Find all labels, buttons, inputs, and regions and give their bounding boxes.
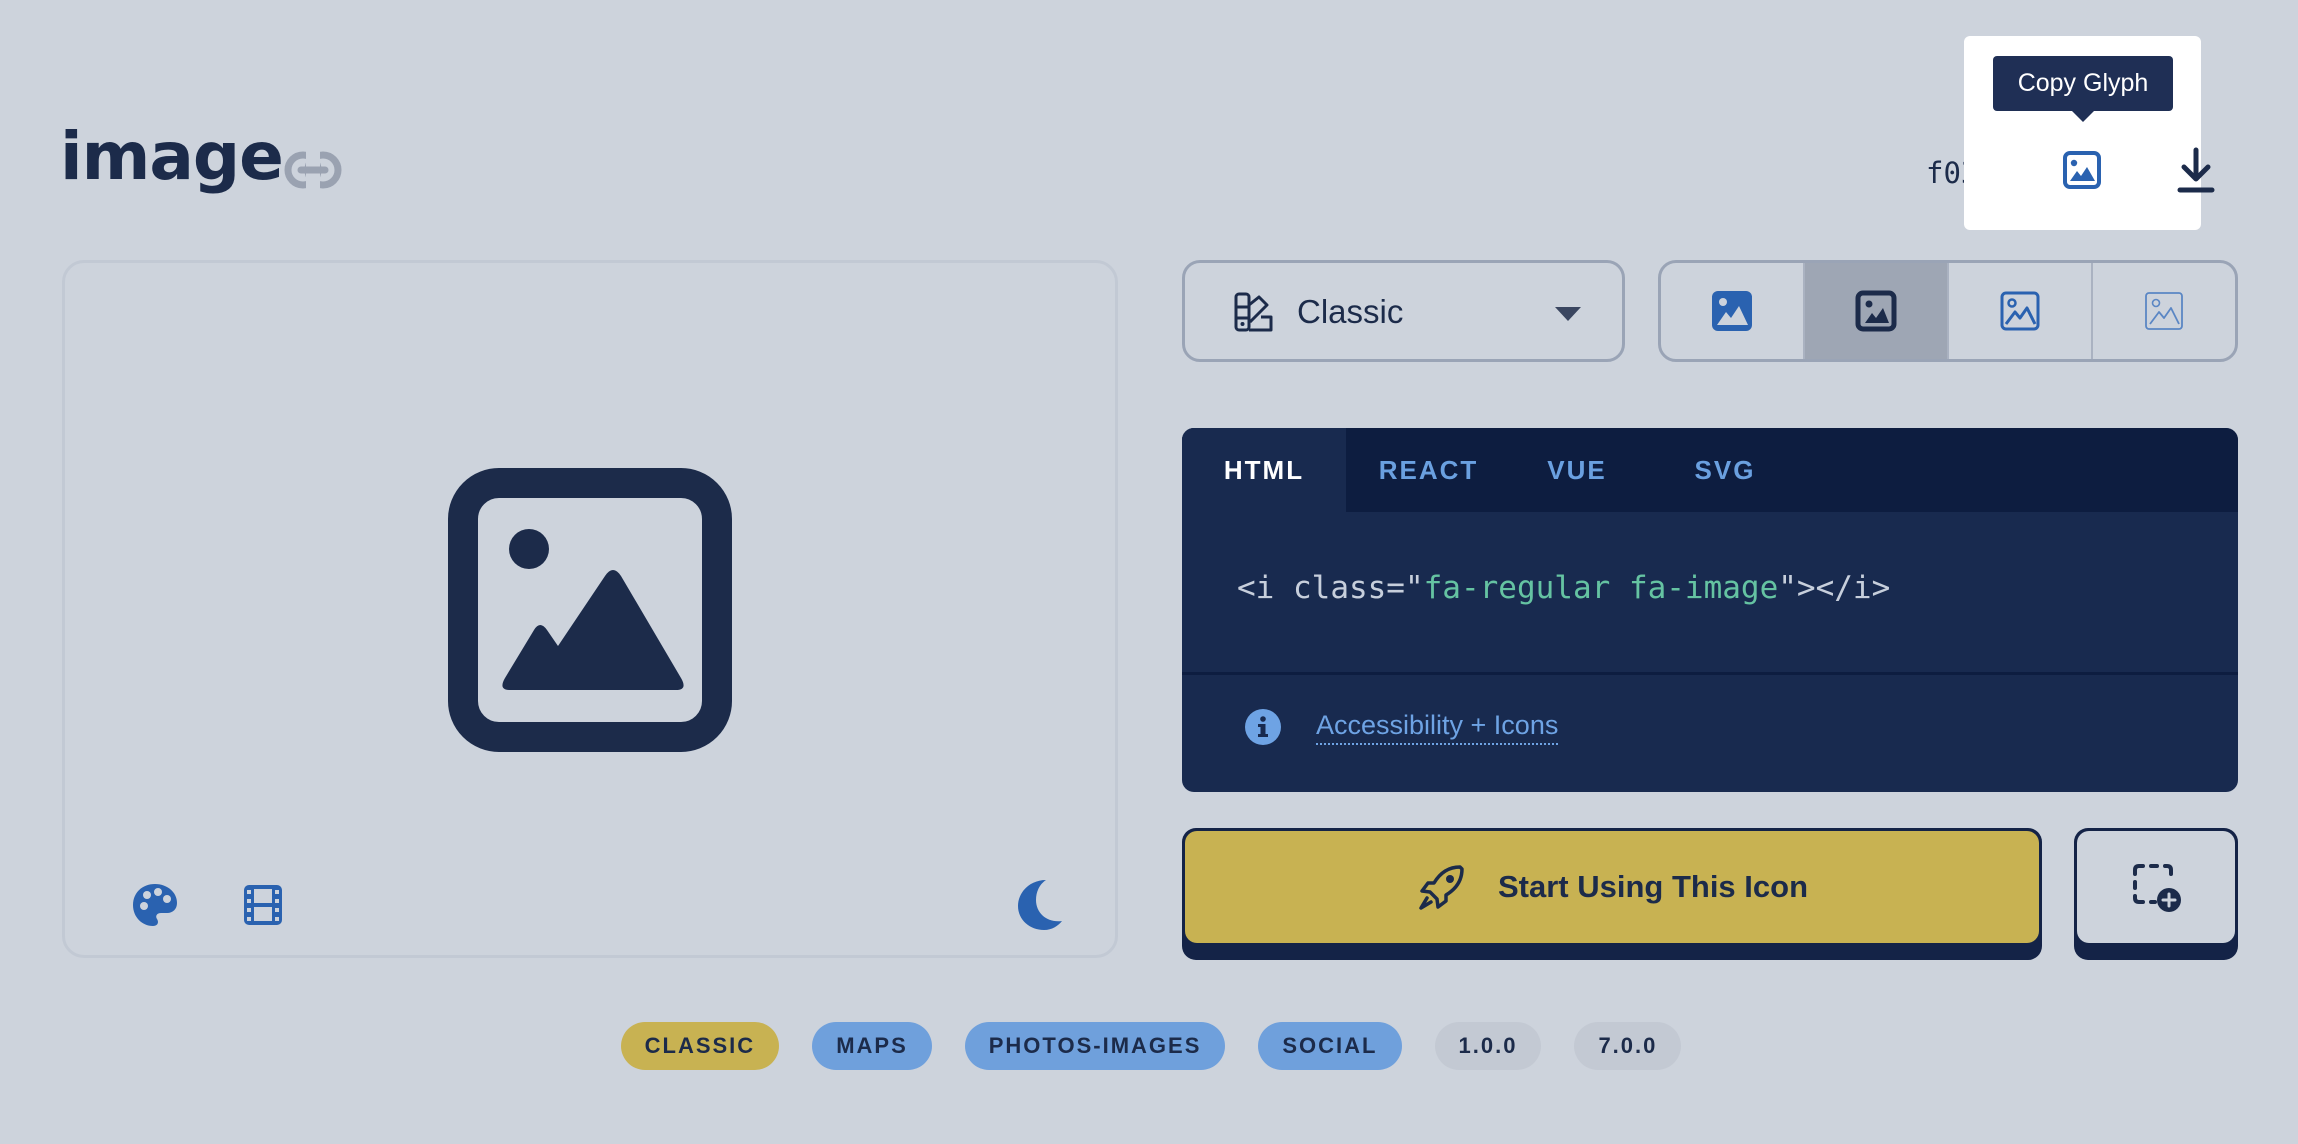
tab-vue[interactable]: VUE xyxy=(1511,428,1643,512)
caret-down-icon xyxy=(1555,307,1581,321)
style-solid-button[interactable] xyxy=(1661,263,1805,359)
style-switcher xyxy=(1658,260,2238,362)
code-tabs: HTML REACT VUE SVG xyxy=(1182,428,2238,512)
tooltip-arrow xyxy=(2071,110,2095,122)
palette-button[interactable] xyxy=(130,880,180,930)
copy-glyph-button[interactable] xyxy=(2056,144,2108,196)
start-using-button[interactable]: Start Using This Icon xyxy=(1182,828,2042,960)
code-divider xyxy=(1182,672,2238,675)
start-using-label: Start Using This Icon xyxy=(1497,869,1809,904)
family-select[interactable]: Classic xyxy=(1182,260,1625,362)
image-icon xyxy=(448,468,732,752)
page-title: image xyxy=(60,118,284,195)
style-light-button[interactable] xyxy=(1949,263,2093,359)
code-snippet-class: fa-regular fa-image xyxy=(1423,570,1779,606)
swatch-book-icon xyxy=(1233,291,1275,333)
tag-version-created[interactable]: 1.0.0 xyxy=(1434,1022,1542,1070)
code-snippet-suffix: "></i> xyxy=(1778,570,1891,606)
add-to-kit-button[interactable] xyxy=(2074,828,2238,960)
style-thin-button[interactable] xyxy=(2093,263,2235,359)
tag-list: CLASSIC MAPS PHOTOS-IMAGES SOCIAL 1.0.0 … xyxy=(0,1022,2298,1070)
download-button[interactable] xyxy=(2172,146,2220,196)
code-snippet[interactable]: <i class="fa-regular fa-image"></i> xyxy=(1237,570,1890,606)
tab-react[interactable]: REACT xyxy=(1346,428,1511,512)
download-icon xyxy=(2177,147,2215,193)
tag-social[interactable]: SOCIAL xyxy=(1258,1022,1402,1070)
rocket-icon xyxy=(1419,865,1464,910)
accessibility-link[interactable]: Accessibility + Icons xyxy=(1316,710,1559,745)
copy-glyph-tooltip: Copy Glyph xyxy=(1993,56,2173,111)
tab-svg[interactable]: SVG xyxy=(1643,428,1807,512)
tag-maps[interactable]: MAPS xyxy=(812,1022,932,1070)
code-panel: HTML REACT VUE SVG <i class="fa-regular … xyxy=(1182,428,2238,792)
film-icon xyxy=(244,885,282,925)
image-thin-icon xyxy=(2145,292,2183,330)
dark-mode-toggle[interactable] xyxy=(1012,876,1068,932)
tag-classic[interactable]: CLASSIC xyxy=(620,1022,780,1070)
moon-icon xyxy=(1018,880,1062,930)
code-snippet-prefix: <i class=" xyxy=(1237,570,1424,606)
info-icon xyxy=(1244,708,1282,746)
tag-photos-images[interactable]: PHOTOS-IMAGES xyxy=(964,1022,1226,1070)
image-light-icon xyxy=(2000,291,2040,331)
start-using-button-face: Start Using This Icon xyxy=(1185,831,2039,943)
image-solid-icon xyxy=(1712,291,1752,331)
random-button[interactable] xyxy=(240,880,286,930)
add-to-kit-button-face xyxy=(2077,831,2235,943)
link-icon[interactable] xyxy=(284,148,342,192)
tab-html[interactable]: HTML xyxy=(1182,428,1346,512)
style-regular-button[interactable] xyxy=(1805,263,1949,359)
square-dashed-plus-icon xyxy=(2133,864,2181,912)
palette-icon xyxy=(133,884,177,926)
family-select-value: Classic xyxy=(1297,293,1404,330)
tag-version-updated[interactable]: 7.0.0 xyxy=(1574,1022,1682,1070)
image-regular-icon xyxy=(1855,290,1897,332)
image-icon xyxy=(2063,151,2101,189)
